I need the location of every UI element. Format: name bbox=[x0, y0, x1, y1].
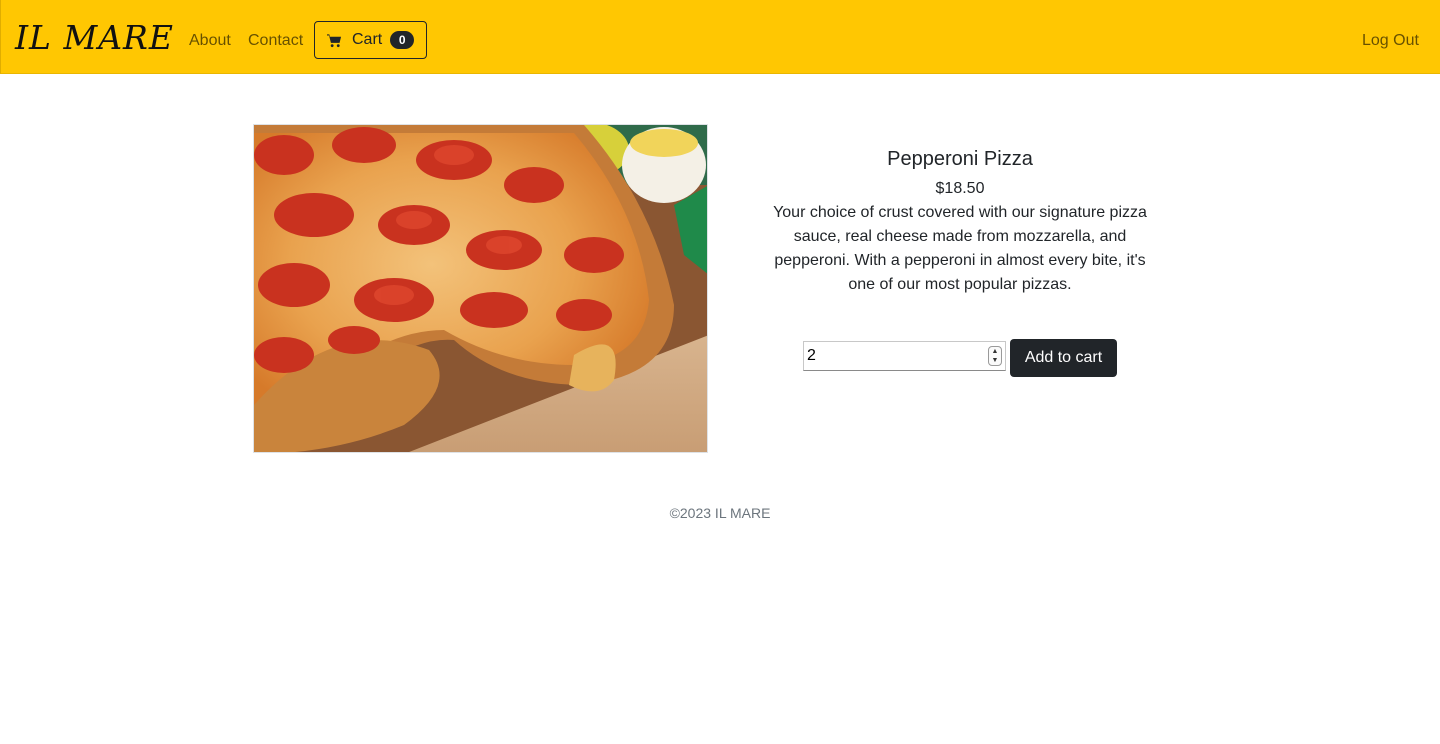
spinner-up-icon[interactable]: ▲ bbox=[989, 347, 1001, 356]
product-title: Pepperoni Pizza bbox=[887, 148, 1033, 170]
quantity-input[interactable] bbox=[803, 341, 1006, 371]
product-details: Pepperoni Pizza $18.50 Your choice of cr… bbox=[760, 145, 1160, 297]
cart-icon bbox=[327, 33, 342, 47]
cart-count-badge: 0 bbox=[390, 31, 415, 49]
product-description: Your choice of crust covered with our si… bbox=[773, 204, 1147, 293]
product-price: $18.50 bbox=[935, 180, 985, 197]
product-image bbox=[253, 124, 708, 453]
nav-link-contact[interactable]: Contact bbox=[248, 30, 303, 52]
nav-link-about[interactable]: About bbox=[189, 30, 231, 52]
cart-label: Cart bbox=[352, 31, 383, 48]
brand-logo[interactable]: IL MARE bbox=[15, 18, 174, 58]
pepperoni-pizza-photo-icon bbox=[254, 125, 707, 452]
footer: ©2023 IL MARE bbox=[669, 505, 771, 521]
quantity-spinner[interactable]: ▲ ▼ bbox=[988, 346, 1002, 366]
spinner-down-icon[interactable]: ▼ bbox=[989, 356, 1001, 365]
logout-link[interactable]: Log Out bbox=[1362, 30, 1419, 52]
add-to-cart-button[interactable]: Add to cart bbox=[1010, 339, 1117, 377]
navbar: IL MARE About Contact Cart 0 Log Out bbox=[0, 0, 1440, 74]
cart-button[interactable]: Cart 0 bbox=[314, 21, 427, 59]
